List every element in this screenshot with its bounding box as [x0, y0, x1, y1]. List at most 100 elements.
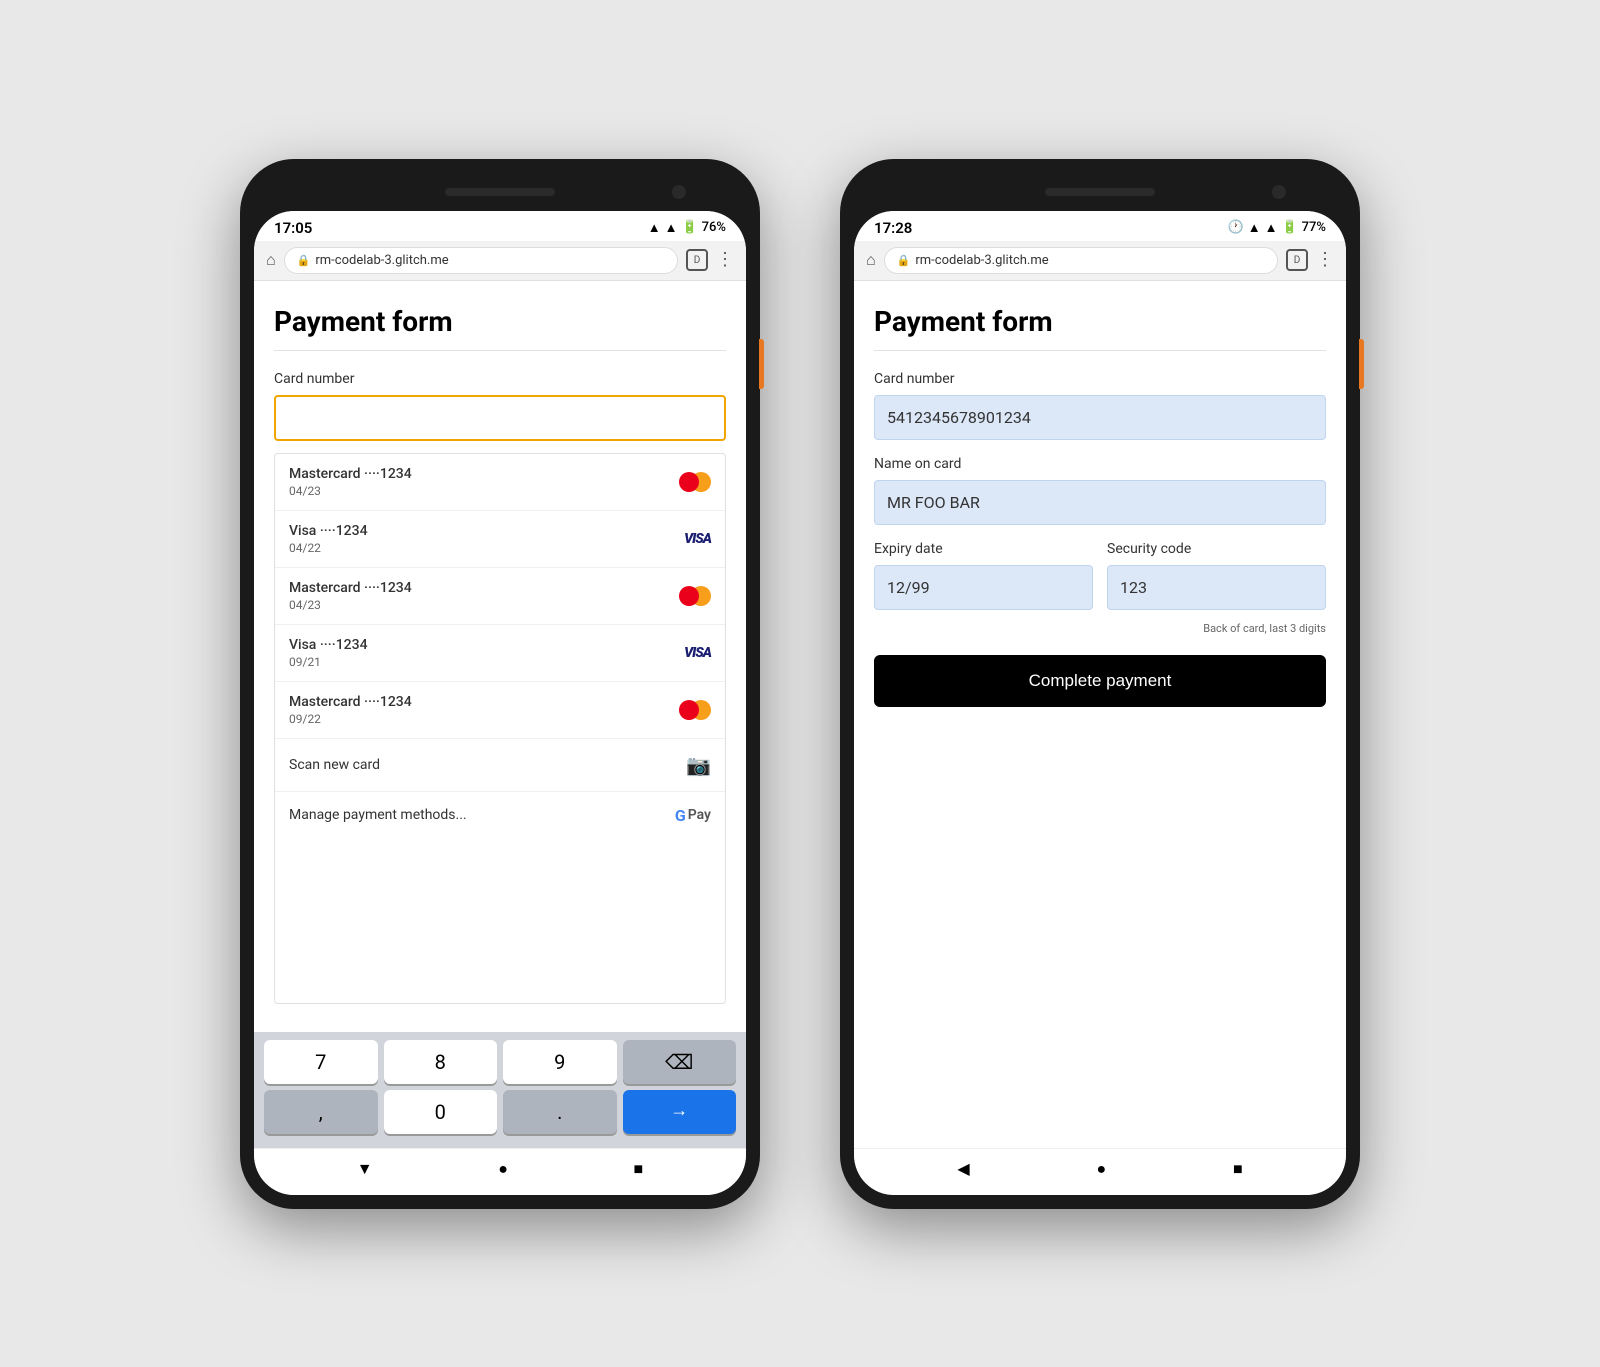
key-7[interactable]: 7: [264, 1040, 378, 1084]
card-4-expiry: 09/21: [289, 655, 368, 669]
speaker-right: [1045, 188, 1155, 196]
card-3-expiry: 04/23: [289, 598, 412, 612]
scan-card-item[interactable]: Scan new card 📷: [275, 739, 725, 792]
url-text-right: rm-codelab-3.glitch.me: [915, 253, 1048, 268]
card-2-expiry: 04/22: [289, 541, 368, 555]
menu-icon-right[interactable]: ⋮: [1316, 251, 1334, 269]
right-phone-screen: 17:28 🕐 ▲ ▲ 🔋 77% ⌂ 🔒 rm-codelab-3.glitc…: [854, 211, 1346, 1195]
home-nav-button[interactable]: ●: [498, 1159, 508, 1179]
home-icon[interactable]: ⌂: [266, 250, 276, 270]
expiry-col: Expiry date 12/99: [874, 541, 1093, 635]
security-col: Security code 123 Back of card, last 3 d…: [1107, 541, 1326, 635]
mastercard-icon-3: [679, 700, 711, 720]
right-phone: 17:28 🕐 ▲ ▲ 🔋 77% ⌂ 🔒 rm-codelab-3.glitc…: [840, 159, 1360, 1209]
camera: [672, 185, 686, 199]
camera-icon: 📷: [686, 753, 711, 777]
time-right: 17:28: [874, 219, 912, 237]
card-1-info: Mastercard ····1234 04/23: [289, 466, 412, 498]
browser-actions: D ⋮: [686, 249, 734, 271]
expiry-security-row: Expiry date 12/99 Security code 123 Back…: [874, 541, 1326, 635]
recents-nav-button[interactable]: ■: [634, 1159, 644, 1179]
card-number-label-right: Card number: [874, 371, 1326, 387]
lock-icon: 🔒: [297, 254, 311, 267]
visa-icon: VISA: [684, 531, 711, 547]
autofill-card-3[interactable]: Mastercard ····1234 04/23: [275, 568, 725, 625]
key-comma[interactable]: ,: [264, 1090, 378, 1134]
card-number-label: Card number: [274, 371, 726, 387]
keyboard-row-1: 7 8 9 ⌫: [264, 1040, 736, 1084]
battery-icon: 🔋: [681, 220, 697, 235]
bottom-nav: ▼ ● ■: [254, 1148, 746, 1195]
back-nav-button[interactable]: ▼: [357, 1159, 373, 1179]
card-number-input[interactable]: [274, 395, 726, 441]
security-filled[interactable]: 123: [1107, 565, 1326, 610]
home-nav-button-right[interactable]: ●: [1096, 1159, 1106, 1179]
autofill-card-1[interactable]: Mastercard ····1234 04/23: [275, 454, 725, 511]
autofill-card-2[interactable]: Visa ····1234 04/22 VISA: [275, 511, 725, 568]
autofill-card-4[interactable]: Visa ····1234 09/21 VISA: [275, 625, 725, 682]
card-number-filled[interactable]: 5412345678901234: [874, 395, 1326, 440]
key-period[interactable]: .: [503, 1090, 617, 1134]
menu-icon[interactable]: ⋮: [716, 251, 734, 269]
divider-right: [874, 350, 1326, 351]
tab-switcher[interactable]: D: [686, 249, 708, 271]
manage-payment-item[interactable]: Manage payment methods... G Pay: [275, 792, 725, 839]
card-5-name: Mastercard ····1234: [289, 694, 412, 710]
complete-payment-button[interactable]: Complete payment: [874, 655, 1326, 707]
name-filled[interactable]: MR FOO BAR: [874, 480, 1326, 525]
keyboard-row-2: , 0 . →: [264, 1090, 736, 1134]
wifi-icon-right: ▲: [1248, 220, 1261, 236]
lock-icon-right: 🔒: [897, 254, 911, 267]
card-1-expiry: 04/23: [289, 484, 412, 498]
mastercard-icon-2: [679, 586, 711, 606]
autofill-dropdown: Mastercard ····1234 04/23 Visa ····1234 …: [274, 453, 726, 1004]
left-page-content: Payment form Card number Mastercard ····…: [254, 281, 746, 1032]
signal-icon-right: ▲: [1265, 220, 1278, 236]
address-bar[interactable]: 🔒 rm-codelab-3.glitch.me: [284, 247, 678, 274]
phone-top-bar: [254, 173, 746, 211]
key-backspace[interactable]: ⌫: [623, 1040, 737, 1084]
recents-nav-button-right[interactable]: ■: [1233, 1159, 1243, 1179]
clock-icon: 🕐: [1228, 220, 1244, 235]
manage-label: Manage payment methods...: [289, 807, 467, 823]
card-3-info: Mastercard ····1234 04/23: [289, 580, 412, 612]
back-nav-button-right[interactable]: ◀: [957, 1159, 969, 1178]
card-2-info: Visa ····1234 04/22: [289, 523, 368, 555]
home-icon-right[interactable]: ⌂: [866, 250, 876, 270]
name-label: Name on card: [874, 456, 1326, 472]
side-bar-right: [1359, 339, 1364, 389]
divider: [274, 350, 726, 351]
status-bar-right: 17:28 🕐 ▲ ▲ 🔋 77%: [854, 211, 1346, 241]
page-title-right: Payment form: [874, 305, 1326, 338]
expiry-filled[interactable]: 12/99: [874, 565, 1093, 610]
key-8[interactable]: 8: [384, 1040, 498, 1084]
card-1-name: Mastercard ····1234: [289, 466, 412, 482]
wifi-icon: ▲: [648, 220, 661, 236]
mastercard-icon: [679, 472, 711, 492]
key-next[interactable]: →: [623, 1090, 737, 1134]
card-5-expiry: 09/22: [289, 712, 412, 726]
key-9[interactable]: 9: [503, 1040, 617, 1084]
browser-bar: ⌂ 🔒 rm-codelab-3.glitch.me D ⋮: [254, 241, 746, 281]
visa-icon-2: VISA: [684, 645, 711, 661]
status-icons-right: 🕐 ▲ ▲ 🔋 77%: [1228, 220, 1326, 236]
card-5-info: Mastercard ····1234 09/22: [289, 694, 412, 726]
browser-bar-right: ⌂ 🔒 rm-codelab-3.glitch.me D ⋮: [854, 241, 1346, 281]
left-phone-screen: 17:05 ▲ ▲ 🔋 76% ⌂ 🔒 rm-codelab-3.glitch.…: [254, 211, 746, 1195]
time: 17:05: [274, 219, 312, 237]
autofill-card-5[interactable]: Mastercard ····1234 09/22: [275, 682, 725, 739]
card-4-info: Visa ····1234 09/21: [289, 637, 368, 669]
side-bar: [759, 339, 764, 389]
key-0[interactable]: 0: [384, 1090, 498, 1134]
address-bar-right[interactable]: 🔒 rm-codelab-3.glitch.me: [884, 247, 1278, 274]
security-label: Security code: [1107, 541, 1326, 557]
tab-switcher-right[interactable]: D: [1286, 249, 1308, 271]
status-bar: 17:05 ▲ ▲ 🔋 76%: [254, 211, 746, 241]
right-page-content: Payment form Card number 541234567890123…: [854, 281, 1346, 1148]
keyboard: 7 8 9 ⌫ , 0 . →: [254, 1032, 746, 1148]
browser-actions-right: D ⋮: [1286, 249, 1334, 271]
gpay-badge: G Pay: [675, 806, 711, 825]
scan-label: Scan new card: [289, 757, 380, 773]
signal-icon: ▲: [665, 220, 678, 236]
card-3-name: Mastercard ····1234: [289, 580, 412, 596]
